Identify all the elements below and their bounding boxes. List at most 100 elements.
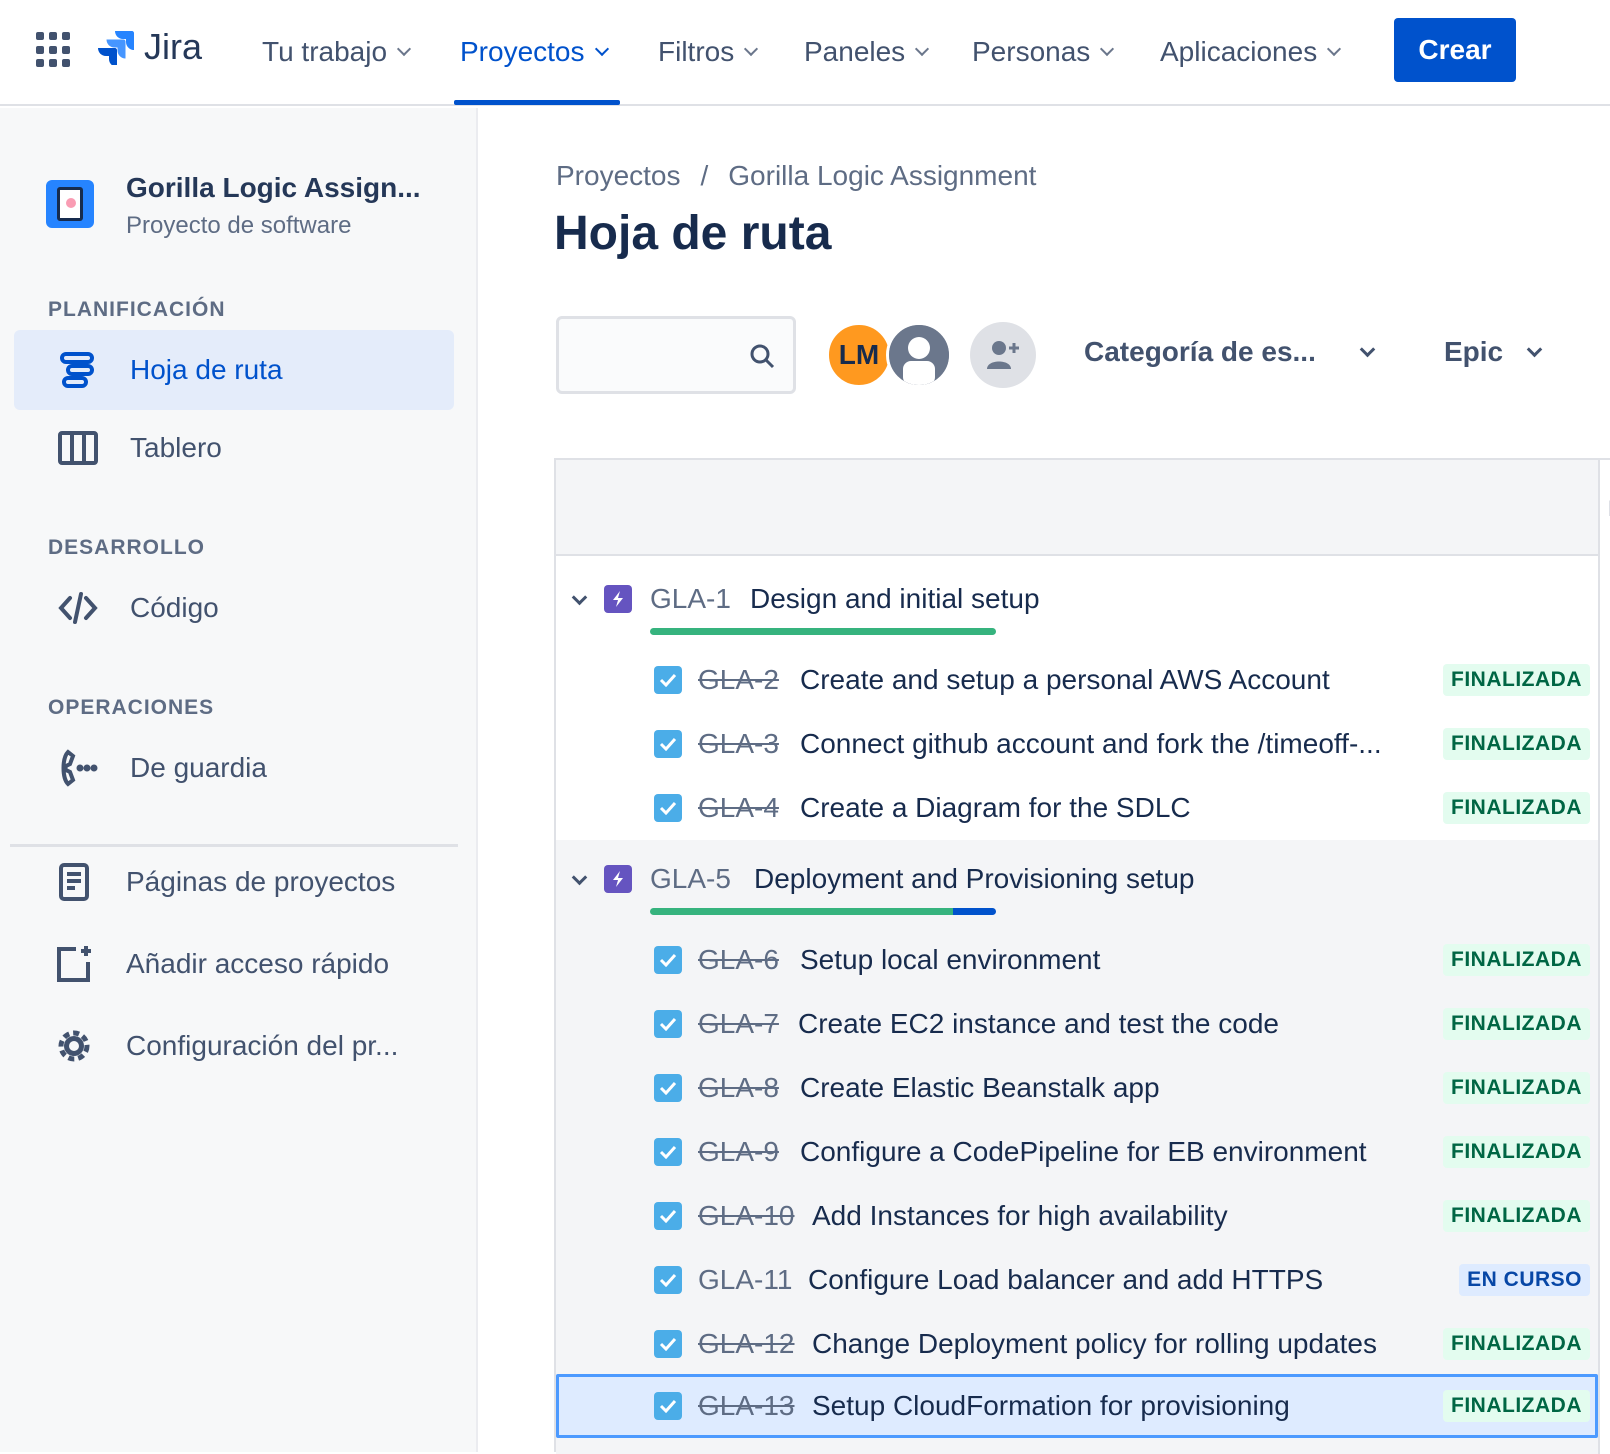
- sidebar-item-hoja-de-ruta[interactable]: Hoja de ruta: [14, 330, 454, 410]
- task-type-icon: [654, 1392, 682, 1420]
- chevron-down-icon: [594, 41, 609, 57]
- task-row-selected[interactable]: GLA-13 Setup CloudFormation for provisio…: [556, 1374, 1598, 1438]
- nav-filtros[interactable]: Filtros: [658, 32, 759, 72]
- nav-aplicaciones[interactable]: Aplicaciones: [1160, 32, 1342, 72]
- task-title[interactable]: Create EC2 instance and test the code: [798, 1008, 1279, 1040]
- task-key[interactable]: GLA-2: [698, 664, 779, 696]
- status-badge[interactable]: FINALIZADA: [1443, 1008, 1590, 1040]
- page-icon: [44, 862, 104, 902]
- progress-done: [650, 628, 996, 635]
- task-key[interactable]: GLA-11: [698, 1264, 792, 1296]
- nav-paneles[interactable]: Paneles: [804, 32, 930, 72]
- epic-progress-bar: [650, 628, 996, 635]
- task-title[interactable]: Configure Load balancer and add HTTPS: [808, 1264, 1323, 1296]
- epic-filter-dropdown[interactable]: Epic: [1444, 336, 1543, 368]
- status-badge[interactable]: FINALIZADA: [1443, 1136, 1590, 1168]
- breadcrumb-separator: /: [700, 160, 709, 191]
- epic-row[interactable]: GLA-5 Deployment and Provisioning setup: [556, 844, 1598, 914]
- task-key[interactable]: GLA-3: [698, 728, 779, 760]
- task-title[interactable]: Connect github account and fork the /tim…: [800, 728, 1382, 760]
- status-badge[interactable]: FINALIZADA: [1443, 944, 1590, 976]
- on-call-icon: [48, 748, 108, 788]
- add-user-icon: [987, 341, 1019, 369]
- epic-row[interactable]: GLA-1 Design and initial setup: [556, 564, 1598, 634]
- status-badge[interactable]: FINALIZADA: [1443, 1328, 1590, 1360]
- project-type: Proyecto de software: [126, 212, 352, 239]
- create-button[interactable]: Crear: [1394, 18, 1516, 82]
- chevron-down-icon: [1100, 41, 1115, 57]
- project-avatar[interactable]: [46, 180, 94, 228]
- project-name[interactable]: Gorilla Logic Assign...: [126, 172, 421, 204]
- add-people-button[interactable]: [970, 322, 1036, 388]
- task-row[interactable]: GLA-9 Configure a CodePipeline for EB en…: [556, 1120, 1598, 1184]
- jira-logo[interactable]: Jira: [98, 26, 202, 68]
- task-row[interactable]: GLA-8 Create Elastic Beanstalk app FINAL…: [556, 1056, 1598, 1120]
- task-key[interactable]: GLA-12: [698, 1328, 795, 1360]
- task-type-icon: [654, 946, 682, 974]
- page-title: Hoja de ruta: [554, 207, 832, 260]
- status-badge[interactable]: FINALIZADA: [1443, 664, 1590, 696]
- task-key[interactable]: GLA-8: [698, 1072, 779, 1104]
- task-row[interactable]: GLA-11 Configure Load balancer and add H…: [556, 1248, 1598, 1312]
- task-title[interactable]: Setup CloudFormation for provisioning: [812, 1390, 1290, 1422]
- status-badge[interactable]: FINALIZADA: [1443, 1390, 1590, 1422]
- task-key[interactable]: GLA-6: [698, 944, 779, 976]
- chevron-down-icon[interactable]: [571, 869, 588, 886]
- epic-key[interactable]: GLA-1: [650, 583, 731, 615]
- sidebar-item-tablero[interactable]: Tablero: [14, 408, 454, 488]
- status-badge[interactable]: FINALIZADA: [1443, 1072, 1590, 1104]
- task-title[interactable]: Change Deployment policy for rolling upd…: [812, 1328, 1377, 1360]
- search-input[interactable]: [569, 329, 739, 379]
- task-title[interactable]: Create Elastic Beanstalk app: [800, 1072, 1160, 1104]
- task-key[interactable]: GLA-13: [698, 1390, 795, 1422]
- status-badge[interactable]: FINALIZADA: [1443, 1200, 1590, 1232]
- task-row[interactable]: GLA-10 Add Instances for high availabili…: [556, 1184, 1598, 1248]
- nav-proyectos[interactable]: Proyectos: [460, 32, 609, 72]
- status-badge[interactable]: FINALIZADA: [1443, 728, 1590, 760]
- category-filter-dropdown[interactable]: Categoría de es...: [1084, 336, 1376, 368]
- top-navigation: Jira Tu trabajo Proyectos Filtros Panele…: [0, 0, 1610, 106]
- epic-progress-bar: [650, 908, 996, 915]
- breadcrumb-root[interactable]: Proyectos: [556, 160, 681, 192]
- gear-icon: [44, 1026, 104, 1066]
- avatar-user[interactable]: [886, 322, 952, 388]
- task-title[interactable]: Create and setup a personal AWS Account: [800, 664, 1330, 696]
- epic-title[interactable]: Design and initial setup: [750, 583, 1040, 615]
- jira-logo-icon: [98, 31, 134, 65]
- sidebar-item-de-guardia[interactable]: De guardia: [14, 728, 454, 808]
- sidebar-item-label: Configuración del pr...: [126, 1030, 399, 1061]
- sidebar: Gorilla Logic Assign... Proyecto de soft…: [0, 108, 478, 1452]
- task-title[interactable]: Create a Diagram for the SDLC: [800, 792, 1191, 824]
- task-title[interactable]: Configure a CodePipeline for EB environm…: [800, 1136, 1367, 1168]
- task-row[interactable]: GLA-12 Change Deployment policy for roll…: [556, 1312, 1598, 1376]
- epic-title[interactable]: Deployment and Provisioning setup: [754, 863, 1194, 895]
- status-badge[interactable]: EN CURSO: [1459, 1264, 1590, 1296]
- task-title[interactable]: Setup local environment: [800, 944, 1100, 976]
- app-switcher-icon[interactable]: [36, 32, 72, 68]
- task-row[interactable]: GLA-6 Setup local environment FINALIZADA: [556, 928, 1598, 992]
- task-row[interactable]: GLA-3 Connect github account and fork th…: [556, 712, 1598, 776]
- nav-personas[interactable]: Personas: [972, 32, 1115, 72]
- nav-label: Personas: [972, 36, 1091, 67]
- task-key[interactable]: GLA-10: [698, 1200, 795, 1232]
- search-box[interactable]: [556, 316, 796, 394]
- task-title[interactable]: Add Instances for high availability: [812, 1200, 1228, 1232]
- sidebar-item-configuracion[interactable]: Configuración del pr...: [14, 1006, 454, 1086]
- epic-key[interactable]: GLA-5: [650, 863, 731, 895]
- task-key[interactable]: GLA-9: [698, 1136, 779, 1168]
- sidebar-item-paginas-de-proyectos[interactable]: Páginas de proyectos: [14, 842, 454, 922]
- task-row[interactable]: GLA-4 Create a Diagram for the SDLC FINA…: [556, 776, 1598, 840]
- task-row[interactable]: GLA-2 Create and setup a personal AWS Ac…: [556, 648, 1598, 712]
- breadcrumb-current[interactable]: Gorilla Logic Assignment: [728, 160, 1036, 192]
- code-icon: [48, 590, 108, 626]
- nav-tu-trabajo[interactable]: Tu trabajo: [262, 32, 412, 72]
- sidebar-item-codigo[interactable]: Código: [14, 568, 454, 648]
- status-badge[interactable]: FINALIZADA: [1443, 792, 1590, 824]
- avatar-lm[interactable]: LM: [826, 322, 892, 388]
- task-row[interactable]: GLA-7 Create EC2 instance and test the c…: [556, 992, 1598, 1056]
- task-key[interactable]: GLA-7: [698, 1008, 779, 1040]
- task-key[interactable]: GLA-4: [698, 792, 779, 824]
- sidebar-item-anadir-acceso-rapido[interactable]: Añadir acceso rápido: [14, 924, 454, 1004]
- chevron-down-icon[interactable]: [571, 589, 588, 606]
- dropdown-label: Categoría de es...: [1084, 336, 1316, 367]
